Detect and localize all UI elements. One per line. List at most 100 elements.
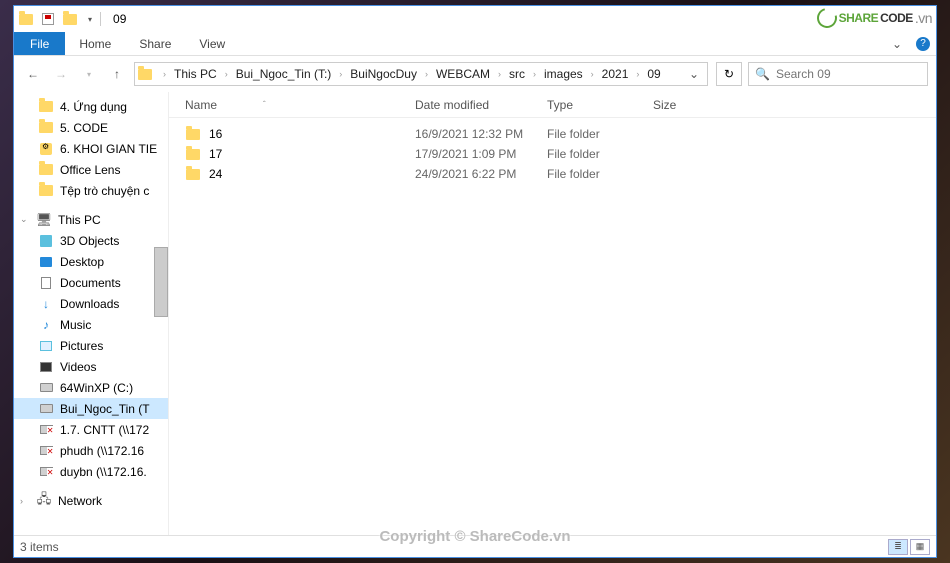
folder-icon	[38, 162, 54, 178]
column-header-name[interactable]: Nameˆ	[177, 98, 407, 112]
nav-pane[interactable]: 4. Ứng dụng 5. CODE 6. KHOI GIAN TIE Off…	[14, 92, 168, 535]
sidebar-item-network-drive[interactable]: duybn (\\172.16.	[14, 461, 168, 482]
search-icon: 🔍	[755, 67, 770, 81]
help-icon[interactable]: ?	[916, 37, 930, 51]
sidebar-item-this-pc[interactable]: ⌄🖥This PC	[14, 209, 168, 230]
address-bar[interactable]: › This PC› Bui_Ngoc_Tin (T:)› BuiNgocDuy…	[134, 62, 708, 86]
recent-dropdown-icon[interactable]: ▾	[78, 63, 100, 85]
forward-button[interactable]: →	[50, 63, 72, 85]
ribbon: File Home Share View ⌄ ?	[14, 32, 936, 56]
breadcrumb[interactable]: WEBCAM	[432, 67, 494, 81]
breadcrumb[interactable]: src	[505, 67, 529, 81]
folder-icon	[185, 146, 201, 162]
breadcrumb[interactable]: images	[540, 67, 587, 81]
chevron-right-icon[interactable]: ›	[636, 69, 639, 79]
sidebar-item-drive-t[interactable]: Bui_Ngoc_Tin (T	[14, 398, 168, 419]
file-tab[interactable]: File	[14, 32, 65, 55]
folder-icon	[38, 120, 54, 136]
sidebar-item-drive-c[interactable]: 64WinXP (C:)	[14, 377, 168, 398]
chevron-right-icon[interactable]: ›	[163, 69, 166, 79]
sidebar-item-desktop[interactable]: Desktop	[14, 251, 168, 272]
chevron-right-icon[interactable]: ›	[498, 69, 501, 79]
address-dropdown-icon[interactable]: ⌄	[683, 67, 705, 81]
item-count: 3 items	[20, 540, 59, 554]
title-bar[interactable]: ▾ 09	[14, 6, 936, 32]
scrollbar-thumb[interactable]	[154, 247, 168, 317]
up-button[interactable]: ↑	[106, 63, 128, 85]
refresh-button[interactable]: ↻	[716, 62, 742, 86]
expand-icon[interactable]: ›	[20, 496, 30, 506]
chevron-right-icon[interactable]: ›	[339, 69, 342, 79]
breadcrumb[interactable]: This PC	[170, 67, 221, 81]
ribbon-tab-home[interactable]: Home	[65, 32, 125, 55]
file-row[interactable]: 24 24/9/2021 6:22 PM File folder	[169, 164, 936, 184]
downloads-icon: ↓	[38, 296, 54, 312]
sort-asc-icon: ˆ	[263, 100, 266, 109]
breadcrumb[interactable]: Bui_Ngoc_Tin (T:)	[232, 67, 336, 81]
column-header-date[interactable]: Date modified	[407, 98, 539, 112]
chevron-right-icon[interactable]: ›	[425, 69, 428, 79]
pc-icon: 🖥	[36, 212, 52, 228]
chevron-right-icon[interactable]: ›	[591, 69, 594, 79]
network-drive-icon	[38, 464, 54, 480]
ribbon-collapse-icon[interactable]: ⌄	[884, 37, 910, 51]
breadcrumb[interactable]: BuiNgocDuy	[346, 67, 421, 81]
file-list: Nameˆ Date modified Type Size 16 16/9/20…	[168, 92, 936, 535]
sidebar-item-network-drive[interactable]: 1.7. CNTT (\\172	[14, 419, 168, 440]
folder-gear-icon	[38, 141, 54, 157]
watermark-text: Copyright © ShareCode.vn	[379, 528, 570, 545]
folder-icon	[185, 126, 201, 142]
logo-swirl-icon	[813, 4, 840, 31]
separator	[100, 12, 101, 26]
folder-icon	[38, 99, 54, 115]
column-header-size[interactable]: Size	[645, 98, 715, 112]
back-button[interactable]: ←	[22, 63, 44, 85]
thumbnail-view-button[interactable]: ▦	[910, 539, 930, 555]
sidebar-item-pictures[interactable]: Pictures	[14, 335, 168, 356]
drive-icon	[38, 380, 54, 396]
breadcrumb[interactable]: 2021	[598, 67, 633, 81]
details-view-button[interactable]: ≣	[888, 539, 908, 555]
network-icon: 🖧	[36, 493, 52, 509]
save-icon[interactable]	[40, 11, 56, 27]
documents-icon	[38, 275, 54, 291]
folder-icon	[137, 66, 153, 82]
sidebar-item[interactable]: Office Lens	[14, 159, 168, 180]
chevron-right-icon[interactable]: ›	[225, 69, 228, 79]
sidebar-item[interactable]: 4. Ứng dụng	[14, 96, 168, 117]
search-input[interactable]	[776, 67, 931, 81]
breadcrumb[interactable]: 09	[643, 67, 664, 81]
drive-icon	[38, 401, 54, 417]
network-drive-icon	[38, 443, 54, 459]
sidebar-item-videos[interactable]: Videos	[14, 356, 168, 377]
expand-icon[interactable]: ⌄	[20, 214, 30, 225]
sidebar-item-network[interactable]: ›🖧Network	[14, 490, 168, 511]
file-explorer-window: ▾ 09 File Home Share View ⌄ ? ← → ▾ ↑ › …	[13, 5, 937, 558]
chevron-right-icon[interactable]: ›	[533, 69, 536, 79]
music-icon: ♪	[38, 317, 54, 333]
sidebar-item-downloads[interactable]: ↓Downloads	[14, 293, 168, 314]
file-row[interactable]: 16 16/9/2021 12:32 PM File folder	[169, 124, 936, 144]
3d-objects-icon	[38, 233, 54, 249]
sidebar-item-3d-objects[interactable]: 3D Objects	[14, 230, 168, 251]
desktop-icon	[38, 254, 54, 270]
search-box[interactable]: 🔍	[748, 62, 928, 86]
videos-icon	[38, 359, 54, 375]
sidebar-item[interactable]: Tệp trò chuyện c	[14, 180, 168, 201]
folder-icon	[18, 11, 34, 27]
column-header-type[interactable]: Type	[539, 98, 645, 112]
qat-dropdown-icon[interactable]: ▾	[88, 15, 92, 24]
nav-bar: ← → ▾ ↑ › This PC› Bui_Ngoc_Tin (T:)› Bu…	[14, 56, 936, 92]
folder-icon	[62, 11, 78, 27]
sidebar-item-documents[interactable]: Documents	[14, 272, 168, 293]
sidebar-item-network-drive[interactable]: phudh (\\172.16	[14, 440, 168, 461]
ribbon-tab-view[interactable]: View	[185, 32, 239, 55]
column-headers: Nameˆ Date modified Type Size	[169, 92, 936, 118]
file-row[interactable]: 17 17/9/2021 1:09 PM File folder	[169, 144, 936, 164]
sidebar-item-music[interactable]: ♪Music	[14, 314, 168, 335]
sidebar-item[interactable]: 6. KHOI GIAN TIE	[14, 138, 168, 159]
folder-icon	[38, 183, 54, 199]
folder-icon	[185, 166, 201, 182]
sidebar-item[interactable]: 5. CODE	[14, 117, 168, 138]
ribbon-tab-share[interactable]: Share	[125, 32, 185, 55]
